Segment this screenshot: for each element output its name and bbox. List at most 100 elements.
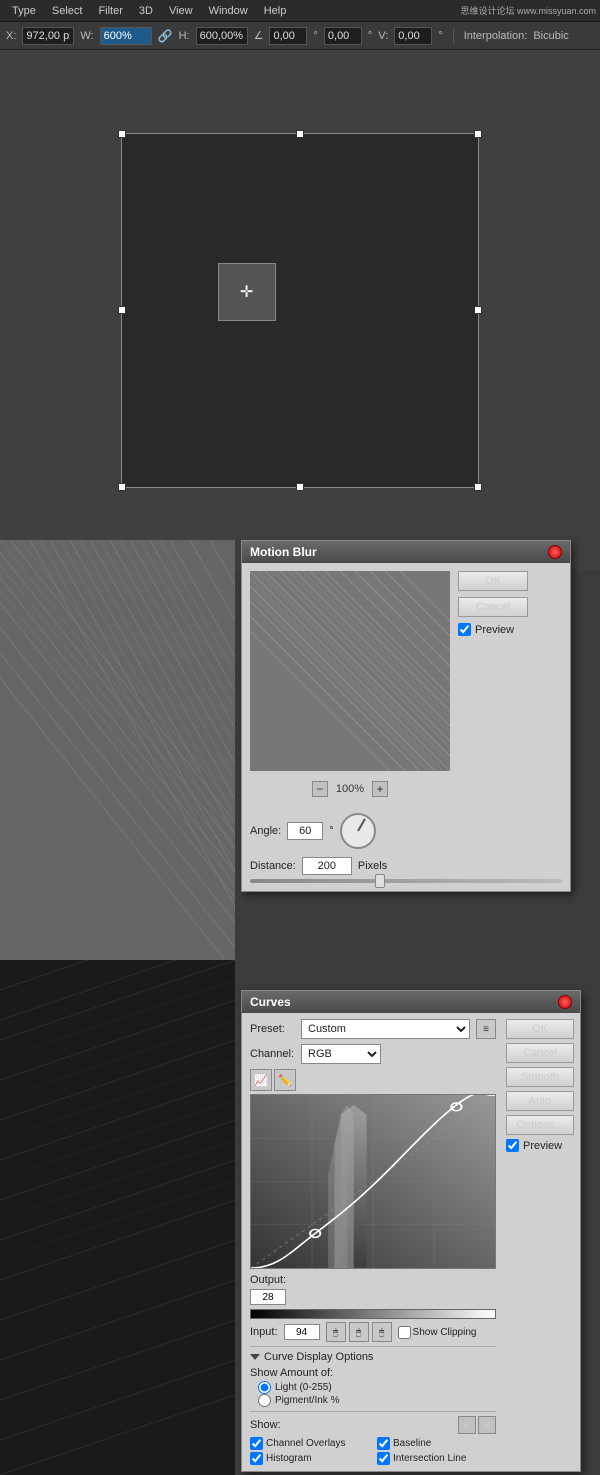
x-input[interactable] (22, 27, 74, 45)
curves-options-button[interactable]: Options... (506, 1115, 574, 1135)
handle-middle-left[interactable] (118, 306, 126, 314)
channel-row: Channel: RGB (250, 1044, 496, 1064)
histogram-label: Histogram (266, 1453, 312, 1464)
grid-small-icon[interactable]: ⊞ (458, 1416, 476, 1434)
preset-row: Preset: Custom ≡ (250, 1019, 496, 1039)
pigment-radio-row: Pigment/Ink % (258, 1394, 496, 1407)
distance-unit: Pixels (358, 860, 387, 872)
preset-select[interactable]: Custom (301, 1019, 470, 1039)
canvas-content[interactable]: ✛ (121, 133, 479, 488)
curves-ok-button[interactable]: OK (506, 1019, 574, 1039)
h-skew-input[interactable] (324, 27, 362, 45)
channel-overlays-checkbox[interactable] (250, 1437, 263, 1450)
histogram-checkbox[interactable] (250, 1452, 263, 1465)
lower-texture-svg (0, 960, 235, 1475)
intersection-checkbox[interactable] (377, 1452, 390, 1465)
channel-select[interactable]: RGB (301, 1044, 381, 1064)
motion-blur-dialog: Motion Blur (241, 540, 571, 892)
menu-3d[interactable]: 3D (131, 3, 161, 19)
grid-large-icon[interactable]: ⊟ (478, 1416, 496, 1434)
preset-settings-icon[interactable]: ≡ (476, 1019, 496, 1039)
motion-blur-title: Motion Blur (250, 545, 317, 559)
link-icon: 🔗 (158, 29, 173, 43)
handle-top-center[interactable] (296, 130, 304, 138)
slider-thumb[interactable] (375, 874, 385, 888)
eyedropper-tools: 🖱 🖱 🖱 (326, 1322, 392, 1342)
motion-blur-close-button[interactable] (548, 545, 562, 559)
menu-type[interactable]: Type (4, 3, 44, 19)
curves-preview-checkbox[interactable] (506, 1139, 519, 1152)
angle-dial[interactable] (340, 813, 376, 849)
show-clipping-checkbox[interactable] (398, 1326, 411, 1339)
channel-overlays-row: Channel Overlays (250, 1437, 369, 1450)
handle-top-left[interactable] (118, 130, 126, 138)
cancel-button[interactable]: Cancel (458, 597, 528, 617)
curves-title: Curves (250, 995, 291, 1009)
output-label: Output: (250, 1274, 286, 1286)
curves-close-button[interactable] (558, 995, 572, 1009)
angle-row: Angle: ° (242, 809, 570, 853)
curves-dialog: Curves Preset: Custom ≡ Channel: RGB (241, 990, 581, 1472)
show-clipping-container: Show Clipping (398, 1326, 477, 1339)
intersection-row: Intersection Line (377, 1452, 496, 1465)
output-row: Output: (250, 1274, 496, 1286)
handle-bottom-right[interactable] (474, 483, 482, 491)
white-eyedropper-icon[interactable]: 🖱 (372, 1322, 392, 1342)
interpolation-label: Interpolation: (464, 30, 528, 42)
menu-bar: Type Select Filter 3D View Window Help 思… (0, 0, 600, 22)
x-label: X: (6, 30, 16, 42)
preview-label: Preview (475, 624, 514, 636)
curves-main-layout: Preset: Custom ≡ Channel: RGB 📈 ✏️ (242, 1013, 580, 1471)
ok-button[interactable]: OK (458, 571, 528, 591)
pigment-radio[interactable] (258, 1394, 271, 1407)
input-row: Input: 🖱 🖱 🖱 Show Clipping (250, 1322, 496, 1342)
curves-auto-button[interactable]: Auto (506, 1091, 574, 1111)
interpolation-value: Bicubic (533, 30, 568, 42)
menu-filter[interactable]: Filter (90, 3, 130, 19)
handle-bottom-center[interactable] (296, 483, 304, 491)
crosshair-icon: ✛ (240, 282, 253, 302)
show-grid: Channel Overlays Baseline Histogram (250, 1437, 496, 1465)
angle-input[interactable] (287, 822, 323, 840)
curves-cancel-button[interactable]: Cancel (506, 1043, 574, 1063)
v-skew-input[interactable] (394, 27, 432, 45)
light-radio[interactable] (258, 1381, 271, 1394)
light-label: Light (0-255) (275, 1382, 332, 1393)
center-element: ✛ (218, 263, 276, 321)
distance-slider-container (242, 879, 570, 891)
preview-checkbox[interactable] (458, 623, 471, 636)
curves-title-bar: Curves (242, 991, 580, 1013)
input-input[interactable] (284, 1324, 320, 1340)
w-input[interactable] (100, 27, 152, 45)
zoom-in-button[interactable]: + (372, 781, 388, 797)
handle-middle-right[interactable] (474, 306, 482, 314)
distance-slider[interactable] (250, 879, 562, 883)
curves-smooth-button[interactable]: Smooth (506, 1067, 574, 1087)
menu-view[interactable]: View (161, 3, 201, 19)
h-input[interactable] (196, 27, 248, 45)
curves-graph[interactable] (250, 1094, 496, 1269)
zoom-out-button[interactable]: − (312, 781, 328, 797)
handle-top-right[interactable] (474, 130, 482, 138)
preview-svg (250, 571, 450, 771)
curves-left-body: Preset: Custom ≡ Channel: RGB 📈 ✏️ (242, 1013, 502, 1471)
curve-draw-icon[interactable]: 📈 (250, 1069, 272, 1091)
grid-icons: ⊞ ⊟ (458, 1416, 496, 1434)
show-amount-section: Show Amount of: Light (0-255) Pigment/In… (250, 1367, 496, 1407)
histogram-row: Histogram (250, 1452, 369, 1465)
black-eyedropper-icon[interactable]: 🖱 (326, 1322, 346, 1342)
curves-preview-container: Preview (506, 1139, 574, 1152)
output-input[interactable] (250, 1289, 286, 1305)
gray-eyedropper-icon[interactable]: 🖱 (349, 1322, 369, 1342)
menu-help[interactable]: Help (256, 3, 295, 19)
distance-label: Distance: (250, 860, 296, 872)
channel-label: Channel: (250, 1048, 295, 1060)
angle-input[interactable] (269, 27, 307, 45)
menu-window[interactable]: Window (201, 3, 256, 19)
menu-select[interactable]: Select (44, 3, 91, 19)
baseline-checkbox[interactable] (377, 1437, 390, 1450)
distance-input[interactable] (302, 857, 352, 875)
intersection-label: Intersection Line (393, 1453, 466, 1464)
handle-bottom-left[interactable] (118, 483, 126, 491)
pencil-draw-icon[interactable]: ✏️ (274, 1069, 296, 1091)
